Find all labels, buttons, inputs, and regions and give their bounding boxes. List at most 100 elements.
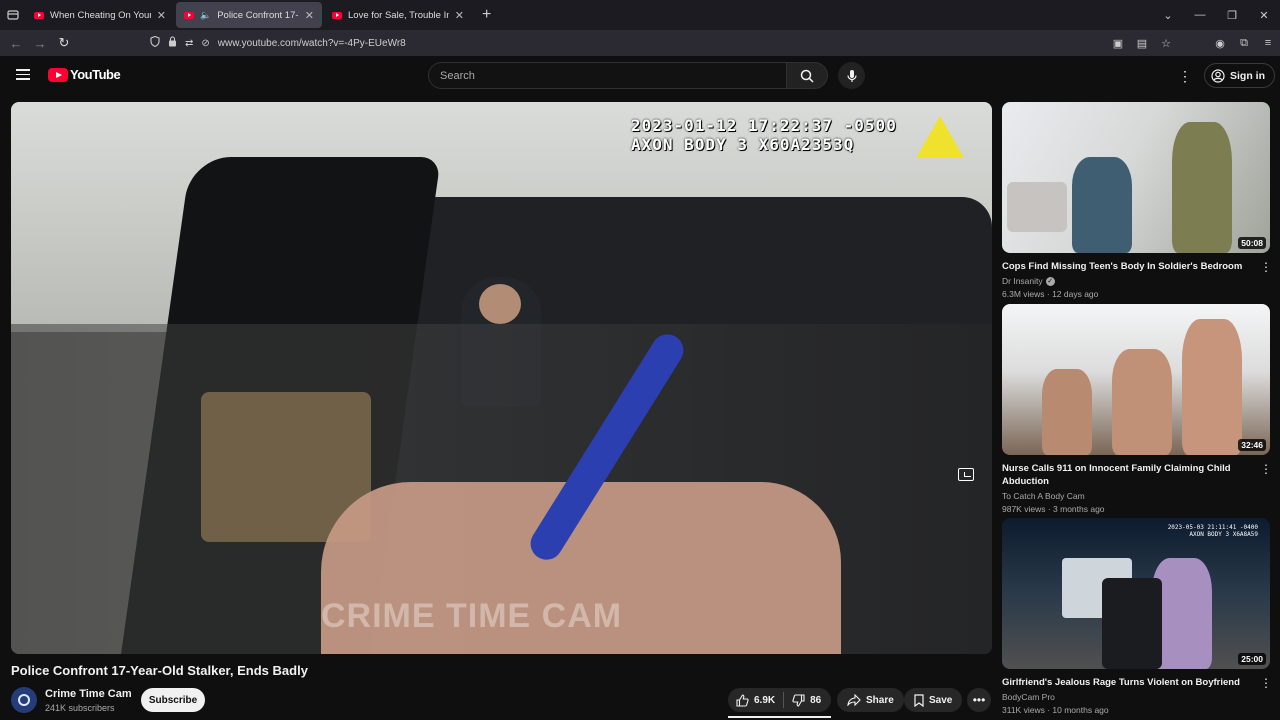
video-thumbnail[interactable]: 50:08 xyxy=(1002,102,1270,253)
tab-list-icon[interactable] xyxy=(0,0,26,30)
like-count: 6.9K xyxy=(754,694,776,706)
window-controls: ⌄ — ❐ ✕ xyxy=(1152,0,1280,30)
recommendation-channel-row: Dr Insanity ✓ xyxy=(1002,276,1270,286)
youtube-play-icon xyxy=(48,67,68,82)
tab-title: Love for Sale, Trouble Included. xyxy=(348,9,449,21)
axon-logo-icon xyxy=(916,116,964,158)
tab-title: Police Confront 17-Year-Ol xyxy=(217,9,299,21)
recommendation-channel[interactable]: BodyCam Pro xyxy=(1002,692,1055,702)
like-button[interactable]: 6.9K xyxy=(728,688,783,712)
bodycam-timestamp: 2023-01-12 17:22:37 -0500 xyxy=(631,116,897,135)
reload-icon[interactable]: ↻ xyxy=(52,35,76,51)
video-title: Police Confront 17-Year-Old Stalker, End… xyxy=(11,663,308,678)
recommendation-title[interactable]: Cops Find Missing Teen's Body In Soldier… xyxy=(1002,260,1247,273)
recommendation-more-icon[interactable]: ⋮ xyxy=(1260,676,1272,690)
video-duration: 50:08 xyxy=(1238,237,1266,249)
chevron-down-icon[interactable]: ⌄ xyxy=(1152,9,1184,22)
recommendation-title[interactable]: Girlfriend's Jealous Rage Turns Violent … xyxy=(1002,676,1247,689)
speaker-icon[interactable]: 🔈 xyxy=(200,10,211,21)
channel-watermark: CRIME TIME CAM xyxy=(321,597,623,635)
thumbnail-bodycam-stamp: 2023-05-03 21:11:41 -0400 AXON BODY 3 X6… xyxy=(1167,524,1258,538)
youtube-logo[interactable]: YouTube xyxy=(48,67,121,82)
channel-avatar[interactable] xyxy=(11,687,37,713)
tab-title: When Cheating On Your Boyfrie xyxy=(50,9,151,21)
browser-tab-2[interactable]: 🔈 Police Confront 17-Year-Ol ✕ xyxy=(176,2,322,28)
close-tab-icon[interactable]: ✕ xyxy=(305,9,314,22)
picture-in-picture-icon[interactable]: ▣ xyxy=(1106,37,1130,50)
logo-text: YouTube xyxy=(70,67,121,82)
recommendation-more-icon[interactable]: ⋮ xyxy=(1260,462,1272,476)
dislike-button[interactable]: 86 xyxy=(784,688,829,712)
recommendation-channel[interactable]: Dr Insanity xyxy=(1002,276,1043,286)
forward-arrow-icon[interactable]: → xyxy=(28,36,52,51)
search-box[interactable] xyxy=(428,62,787,89)
bodycam-overlay: 2023-01-12 17:22:37 -0500 AXON BODY 3 X6… xyxy=(631,116,897,154)
subscriber-count: 241K subscribers xyxy=(45,703,115,713)
miniplayer-icon[interactable] xyxy=(958,468,974,481)
recommendation-item[interactable]: 50:08 ⋮ Cops Find Missing Teen's Body In… xyxy=(1002,102,1272,299)
extensions-icon[interactable]: ⧉ xyxy=(1232,37,1256,50)
recommendation-title[interactable]: Nurse Calls 911 on Innocent Family Claim… xyxy=(1002,462,1247,488)
video-duration: 32:46 xyxy=(1238,439,1266,451)
verified-check-icon: ✓ xyxy=(1045,276,1055,286)
video-thumbnail[interactable]: 32:46 xyxy=(1002,304,1270,455)
toolbar-icons: ▣ ▤ ☆ ◉ ⧉ ≡ xyxy=(1106,30,1280,56)
video-frame-face xyxy=(479,284,521,324)
permissions-icon[interactable]: ⇄ xyxy=(185,38,193,49)
close-window-icon[interactable]: ✕ xyxy=(1248,9,1280,22)
guide-menu-icon[interactable] xyxy=(16,69,30,80)
youtube-favicon-icon xyxy=(34,11,44,19)
recommendation-meta: 987K views · 3 months ago xyxy=(1002,504,1105,514)
share-icon xyxy=(847,694,861,706)
thumbnail-figure xyxy=(1182,319,1242,455)
thumbs-down-icon xyxy=(792,693,805,707)
video-thumbnail[interactable]: 2023-05-03 21:11:41 -0400 AXON BODY 3 X6… xyxy=(1002,518,1270,669)
address-bar[interactable]: ⇄ ⊘ www.youtube.com/watch?v=-4Py-EUeWr8 xyxy=(150,33,1120,53)
search-button[interactable] xyxy=(787,62,828,89)
bookmark-star-icon[interactable]: ☆ xyxy=(1154,37,1178,50)
shield-icon[interactable] xyxy=(150,35,160,50)
close-tab-icon[interactable]: ✕ xyxy=(157,9,166,22)
tracking-icon[interactable]: ⊘ xyxy=(201,38,209,49)
share-button[interactable]: Share xyxy=(837,688,904,712)
lock-icon[interactable] xyxy=(168,36,177,50)
recommendation-channel[interactable]: To Catch A Body Cam xyxy=(1002,491,1085,501)
new-tab-icon[interactable]: + xyxy=(482,6,491,24)
recommendation-channel-row: BodyCam Pro xyxy=(1002,692,1270,702)
minimize-icon[interactable]: — xyxy=(1184,9,1216,21)
search-input[interactable] xyxy=(440,69,786,82)
settings-more-icon[interactable]: ⋮ xyxy=(1178,68,1192,84)
reader-view-icon[interactable]: ▤ xyxy=(1130,37,1154,50)
recommendation-meta: 6.3M views · 12 days ago xyxy=(1002,289,1099,299)
recommendation-channel-row: To Catch A Body Cam xyxy=(1002,491,1270,501)
menu-icon[interactable]: ≡ xyxy=(1256,37,1280,49)
save-button[interactable]: Save xyxy=(904,688,963,712)
maximize-icon[interactable]: ❐ xyxy=(1216,9,1248,22)
browser-tab-bar: When Cheating On Your Boyfrie ✕ 🔈 Police… xyxy=(0,0,1280,30)
browser-tab-3[interactable]: Love for Sale, Trouble Included. ✕ xyxy=(324,2,472,28)
search-icon xyxy=(800,69,814,83)
microphone-icon xyxy=(846,69,857,82)
url-text[interactable]: www.youtube.com/watch?v=-4Py-EUeWr8 xyxy=(218,38,406,49)
thumbnail-figure xyxy=(1042,369,1092,455)
youtube-header: YouTube ⋮ Sign in xyxy=(0,56,1280,96)
account-icon[interactable]: ◉ xyxy=(1208,37,1232,50)
youtube-favicon-icon xyxy=(332,11,342,19)
thumbs-up-icon xyxy=(736,693,749,707)
thumbnail-car-door xyxy=(1102,578,1162,669)
thumbnail-figure xyxy=(1072,157,1132,253)
recommendation-item[interactable]: 32:46 ⋮ Nurse Calls 911 on Innocent Fami… xyxy=(1002,304,1272,514)
video-player[interactable]: 2023-01-12 17:22:37 -0500 AXON BODY 3 X6… xyxy=(11,102,992,654)
close-tab-icon[interactable]: ✕ xyxy=(455,9,464,22)
more-actions-button[interactable]: ••• xyxy=(967,688,991,712)
voice-search-button[interactable] xyxy=(838,62,865,89)
browser-tab-1[interactable]: When Cheating On Your Boyfrie ✕ xyxy=(26,2,174,28)
back-arrow-icon[interactable]: ← xyxy=(4,36,28,51)
recommendation-more-icon[interactable]: ⋮ xyxy=(1260,260,1272,274)
recommendation-item[interactable]: 2023-05-03 21:11:41 -0400 AXON BODY 3 X6… xyxy=(1002,518,1272,715)
youtube-favicon-icon xyxy=(184,11,194,19)
channel-name[interactable]: Crime Time Cam xyxy=(45,688,132,700)
sign-in-button[interactable]: Sign in xyxy=(1204,63,1275,88)
bookmark-icon xyxy=(914,693,924,707)
subscribe-button[interactable]: Subscribe xyxy=(141,688,205,712)
